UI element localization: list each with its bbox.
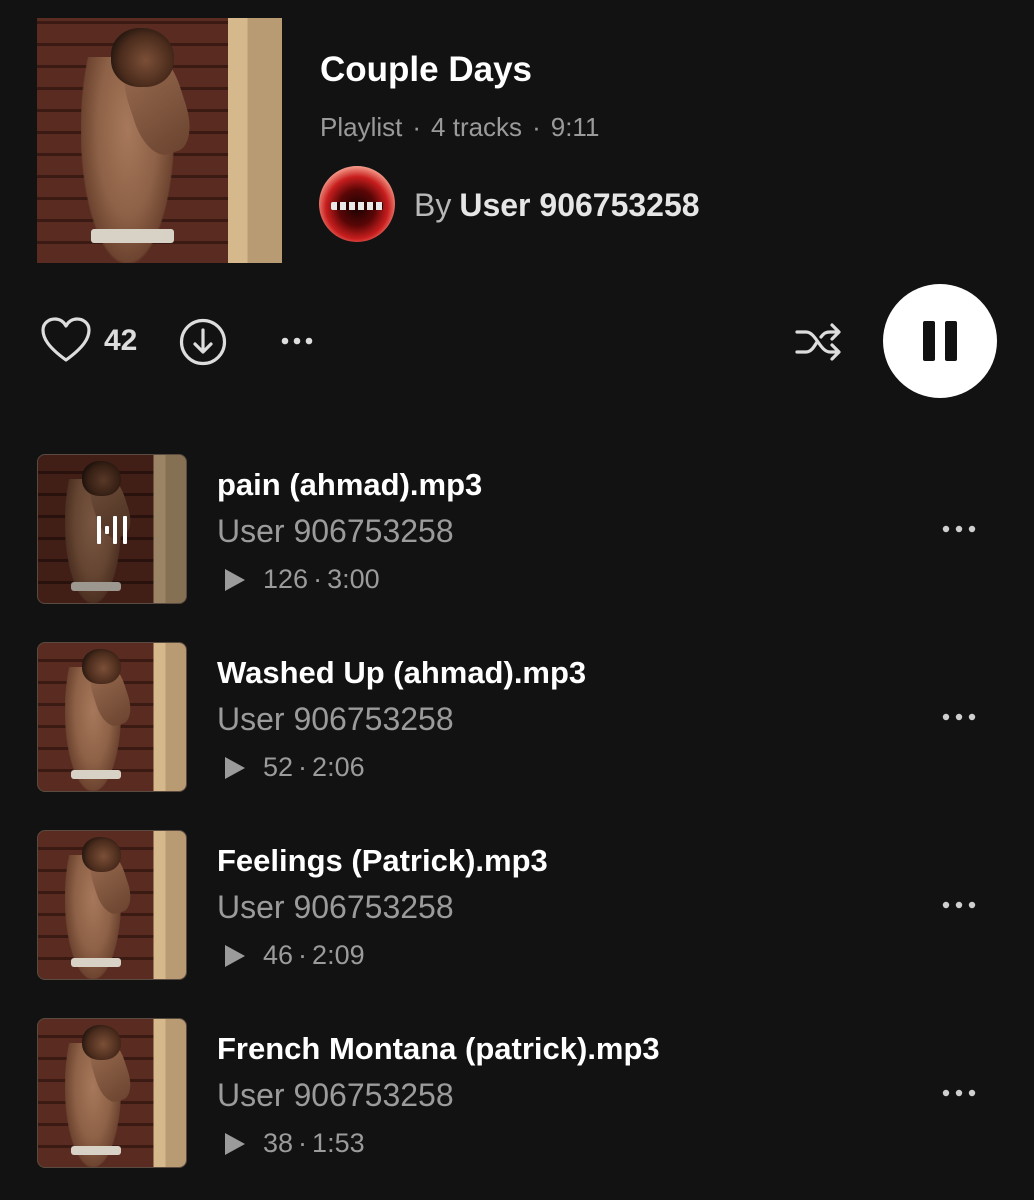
cover-head bbox=[110, 27, 175, 87]
playlist-duration: 9:11 bbox=[550, 112, 600, 142]
artwork-waistband bbox=[70, 1146, 121, 1156]
more-options-icon[interactable] bbox=[278, 334, 318, 348]
artwork-waistband bbox=[70, 958, 121, 968]
play-count-icon bbox=[225, 757, 245, 779]
track-more-icon[interactable] bbox=[940, 522, 980, 536]
playlist-owner[interactable]: By User 906753258 bbox=[414, 186, 700, 224]
stats-separator: · bbox=[298, 1128, 308, 1158]
play-count-icon bbox=[225, 1133, 245, 1155]
track-title[interactable]: pain (ahmad).mp3 bbox=[217, 466, 482, 504]
track-more-icon[interactable] bbox=[940, 898, 980, 912]
track-artist[interactable]: User 906753258 bbox=[217, 700, 454, 738]
track-stats: 46 · 2:09 bbox=[225, 938, 365, 972]
track-artist[interactable]: User 906753258 bbox=[217, 512, 454, 550]
track-duration: 1:53 bbox=[312, 1128, 365, 1158]
owner-name[interactable]: User 906753258 bbox=[459, 187, 699, 223]
track-artwork[interactable] bbox=[37, 454, 187, 604]
download-icon[interactable] bbox=[178, 317, 228, 367]
pause-icon-bar bbox=[945, 321, 957, 361]
track-more-icon[interactable] bbox=[940, 710, 980, 724]
owner-prefix: By bbox=[414, 187, 452, 223]
track-artwork[interactable] bbox=[37, 1018, 187, 1168]
track-row[interactable]: Washed Up (ahmad).mp3 User 906753258 52 ·… bbox=[0, 642, 1034, 794]
playlist-meta: Playlist · 4 tracks · 9:11 bbox=[320, 110, 599, 144]
track-title[interactable]: Feelings (Patrick).mp3 bbox=[217, 842, 548, 880]
track-play-count: 52 bbox=[263, 752, 294, 782]
artwork-head bbox=[82, 648, 121, 685]
track-title[interactable]: Washed Up (ahmad).mp3 bbox=[217, 654, 586, 692]
track-duration: 2:09 bbox=[312, 940, 365, 970]
track-row[interactable]: Feelings (Patrick).mp3 User 906753258 46… bbox=[0, 830, 1034, 982]
artwork-head bbox=[82, 836, 121, 873]
track-play-count: 126 bbox=[263, 564, 309, 594]
stats-separator: · bbox=[298, 940, 308, 970]
track-artist[interactable]: User 906753258 bbox=[217, 888, 454, 926]
stats-separator: · bbox=[298, 752, 308, 782]
track-duration: 3:00 bbox=[327, 564, 380, 594]
meta-separator: · bbox=[532, 112, 541, 142]
cover-waistband bbox=[90, 228, 175, 244]
track-more-icon[interactable] bbox=[940, 1086, 980, 1100]
heart-icon[interactable] bbox=[40, 316, 92, 364]
play-count-icon bbox=[225, 569, 245, 591]
track-title[interactable]: French Montana (patrick).mp3 bbox=[217, 1030, 660, 1068]
like-count: 42 bbox=[104, 324, 138, 357]
playlist-cover-art[interactable] bbox=[37, 18, 282, 263]
track-stats: 126 · 3:00 bbox=[225, 562, 380, 596]
play-count-icon bbox=[225, 945, 245, 967]
shuffle-icon[interactable] bbox=[794, 320, 844, 364]
track-artwork[interactable] bbox=[37, 642, 187, 792]
pause-button[interactable] bbox=[883, 284, 997, 398]
pause-icon-bar bbox=[923, 321, 935, 361]
track-duration: 2:06 bbox=[312, 752, 365, 782]
track-stats: 52 · 2:06 bbox=[225, 750, 365, 784]
meta-separator: · bbox=[412, 112, 422, 142]
stats-separator: · bbox=[313, 564, 323, 594]
track-play-count: 46 bbox=[263, 940, 294, 970]
playlist-title: Couple Days bbox=[320, 50, 532, 89]
track-play-count: 38 bbox=[263, 1128, 294, 1158]
playlist-track-count: 4 tracks bbox=[431, 112, 523, 142]
track-row[interactable]: pain (ahmad).mp3 User 906753258 126 · 3:00 bbox=[0, 454, 1034, 606]
track-artist[interactable]: User 906753258 bbox=[217, 1076, 454, 1114]
playlist-type: Playlist bbox=[320, 112, 403, 142]
owner-avatar[interactable] bbox=[319, 166, 395, 242]
now-playing-icon bbox=[95, 513, 131, 547]
track-stats: 38 · 1:53 bbox=[225, 1126, 365, 1160]
artwork-head bbox=[82, 1024, 121, 1061]
track-artwork[interactable] bbox=[37, 830, 187, 980]
artwork-waistband bbox=[70, 770, 121, 780]
avatar-teeth bbox=[331, 202, 383, 210]
track-row[interactable]: French Montana (patrick).mp3 User 906753… bbox=[0, 1018, 1034, 1170]
